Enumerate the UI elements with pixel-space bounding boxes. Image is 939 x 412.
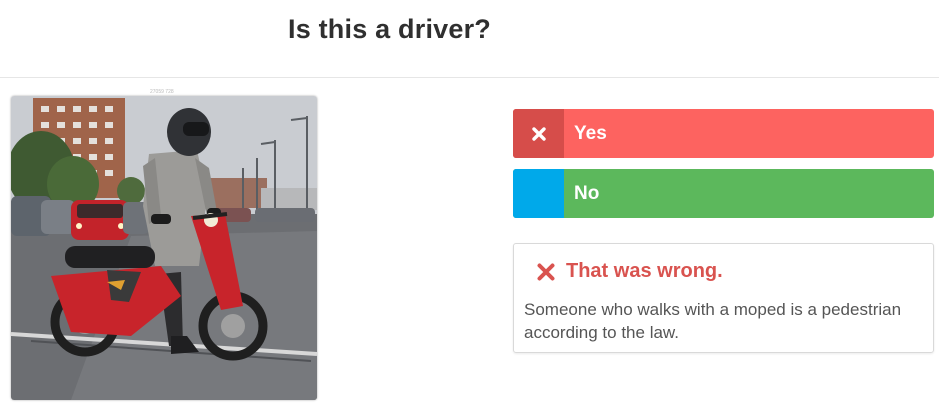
cross-icon xyxy=(531,126,546,141)
answer-yes-label: Yes xyxy=(574,122,607,144)
cross-icon xyxy=(537,263,555,280)
answer-yes-button[interactable]: Yes xyxy=(513,109,934,158)
answer-no-label: No xyxy=(574,182,600,204)
answer-no-button[interactable]: No xyxy=(513,169,934,218)
feedback-header: That was wrong. xyxy=(536,260,723,283)
photo-caption: 27059 728 xyxy=(150,89,174,95)
question-header: Is this a driver? xyxy=(0,0,939,78)
quiz-page: Is this a driver? 27059 728 Yes No That … xyxy=(0,0,939,412)
question-photo xyxy=(11,96,317,400)
feedback-panel: That was wrong. Someone who walks with a… xyxy=(513,243,934,353)
feedback-title: That was wrong. xyxy=(566,260,723,282)
feedback-explanation: Someone who walks with a moped is a pede… xyxy=(524,300,902,342)
answer-no-marker xyxy=(513,169,564,218)
question-title: Is this a driver? xyxy=(288,14,491,44)
moped-scene-illustration xyxy=(11,96,317,400)
answer-yes-marker xyxy=(513,109,564,158)
